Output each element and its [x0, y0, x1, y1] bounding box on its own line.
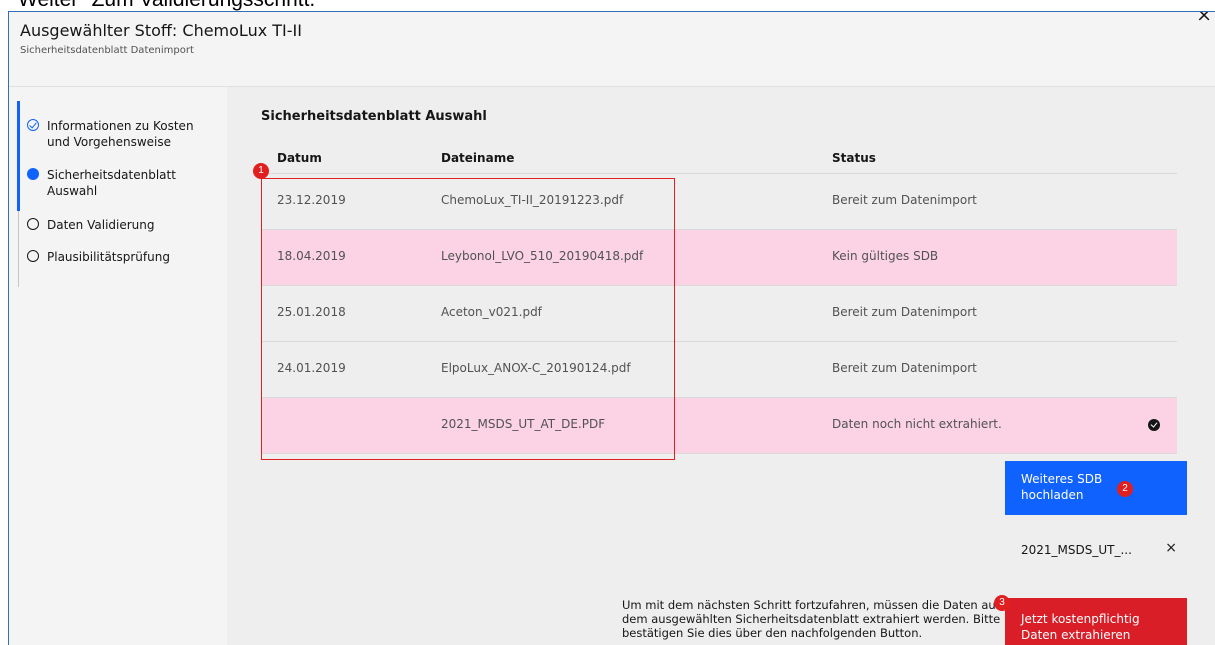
checkmark-outline-icon [27, 119, 39, 131]
incomplete-step-icon [27, 218, 39, 230]
table-row[interactable]: 23.12.2019 ChemoLux_TI-II_20191223.pdf B… [261, 174, 1177, 230]
table-header: Datum Dateiname Status [261, 147, 1177, 174]
annotation-marker-1: 1 [253, 163, 269, 179]
uploaded-file-item: 2021_MSDS_UT_... × [1005, 528, 1187, 572]
step-daten-validierung[interactable]: Daten Validierung [27, 217, 217, 233]
row-status: Daten noch nicht extrahiert. [832, 417, 1002, 431]
table-row[interactable]: 24.01.2019 ElpoLux_ANOX-C_20190124.pdf B… [261, 342, 1177, 398]
step-label: Informationen zu Kosten und Vorgehenswei… [47, 119, 194, 149]
step-label: Plausibilitätsprüfung [47, 250, 170, 264]
step-label: Sicherheitsdatenblatt Auswahl [47, 168, 176, 198]
step-kosten-vorgehensweise[interactable]: Informationen zu Kosten und Vorgehenswei… [27, 118, 217, 150]
annotation-marker-2: 2 [1117, 481, 1133, 497]
extract-data-button[interactable]: Jetzt kostenpflichtig Daten extrahieren [1005, 598, 1187, 645]
row-filename: Aceton_v021.pdf [441, 305, 542, 319]
row-filename: Leybonol_LVO_510_20190418.pdf [441, 249, 644, 263]
column-header-dateiname: Dateiname [441, 151, 515, 165]
incomplete-step-icon [27, 250, 39, 262]
progress-rail-active [17, 101, 20, 211]
row-filename: 2021_MSDS_UT_AT_DE.PDF [441, 417, 606, 431]
step-label: Daten Validierung [47, 218, 155, 232]
table-row[interactable]: 18.04.2019 Leybonol_LVO_510_20190418.pdf… [261, 230, 1177, 286]
table-row-selected[interactable]: 2021_MSDS_UT_AT_DE.PDF Daten noch nicht … [261, 398, 1177, 454]
main-content: Sicherheitsdatenblatt Auswahl Datum Date… [227, 87, 1215, 645]
upload-button-label: Weiteres SDB hochladen [1021, 472, 1103, 502]
row-filename: ChemoLux_TI-II_20191223.pdf [441, 193, 624, 207]
table-row[interactable]: 25.01.2018 Aceton_v021.pdf Bereit zum Da… [261, 286, 1177, 342]
column-header-datum: Datum [277, 151, 322, 165]
import-modal: Ausgewählter Stoff: ChemoLux TI-II Siche… [8, 11, 1215, 645]
sdb-table: Datum Dateiname Status 23.12.2019 ChemoL… [261, 147, 1177, 454]
extraction-notice: Um mit dem nächsten Schritt fortzufahren… [622, 598, 1002, 640]
current-step-icon [27, 168, 39, 180]
uploaded-file-name: 2021_MSDS_UT_... [1021, 543, 1132, 557]
upload-sdb-button[interactable]: Weiteres SDB hochladen [1005, 461, 1187, 515]
row-status: Kein gültiges SDB [832, 249, 939, 263]
step-sdb-auswahl[interactable]: Sicherheitsdatenblatt Auswahl [27, 167, 217, 199]
row-filename: ElpoLux_ANOX-C_20190124.pdf [441, 361, 631, 375]
row-status: Bereit zum Datenimport [832, 305, 977, 319]
checkmark-filled-icon [1148, 419, 1160, 431]
row-status: Bereit zum Datenimport [832, 193, 977, 207]
annotation-marker-3: 3 [994, 595, 1010, 611]
modal-header: Ausgewählter Stoff: ChemoLux TI-II Siche… [9, 12, 1215, 86]
row-date: 25.01.2018 [277, 305, 346, 319]
close-icon[interactable]: × [1196, 12, 1212, 26]
step-plausibilitaetspruefung[interactable]: Plausibilitätsprüfung [27, 249, 217, 265]
section-title: Sicherheitsdatenblatt Auswahl [261, 109, 487, 124]
progress-sidebar: Informationen zu Kosten und Vorgehenswei… [9, 87, 227, 645]
extract-button-label: Jetzt kostenpflichtig Daten extrahieren [1021, 612, 1140, 642]
row-status: Bereit zum Datenimport [832, 361, 977, 375]
close-icon[interactable]: × [1165, 540, 1177, 556]
row-date: 23.12.2019 [277, 193, 346, 207]
row-date: 24.01.2019 [277, 361, 346, 375]
row-date: 18.04.2019 [277, 249, 346, 263]
column-header-status: Status [832, 151, 876, 165]
modal-subtitle: Sicherheitsdatenblatt Datenimport [20, 45, 194, 56]
modal-title: Ausgewählter Stoff: ChemoLux TI-II [20, 21, 302, 40]
